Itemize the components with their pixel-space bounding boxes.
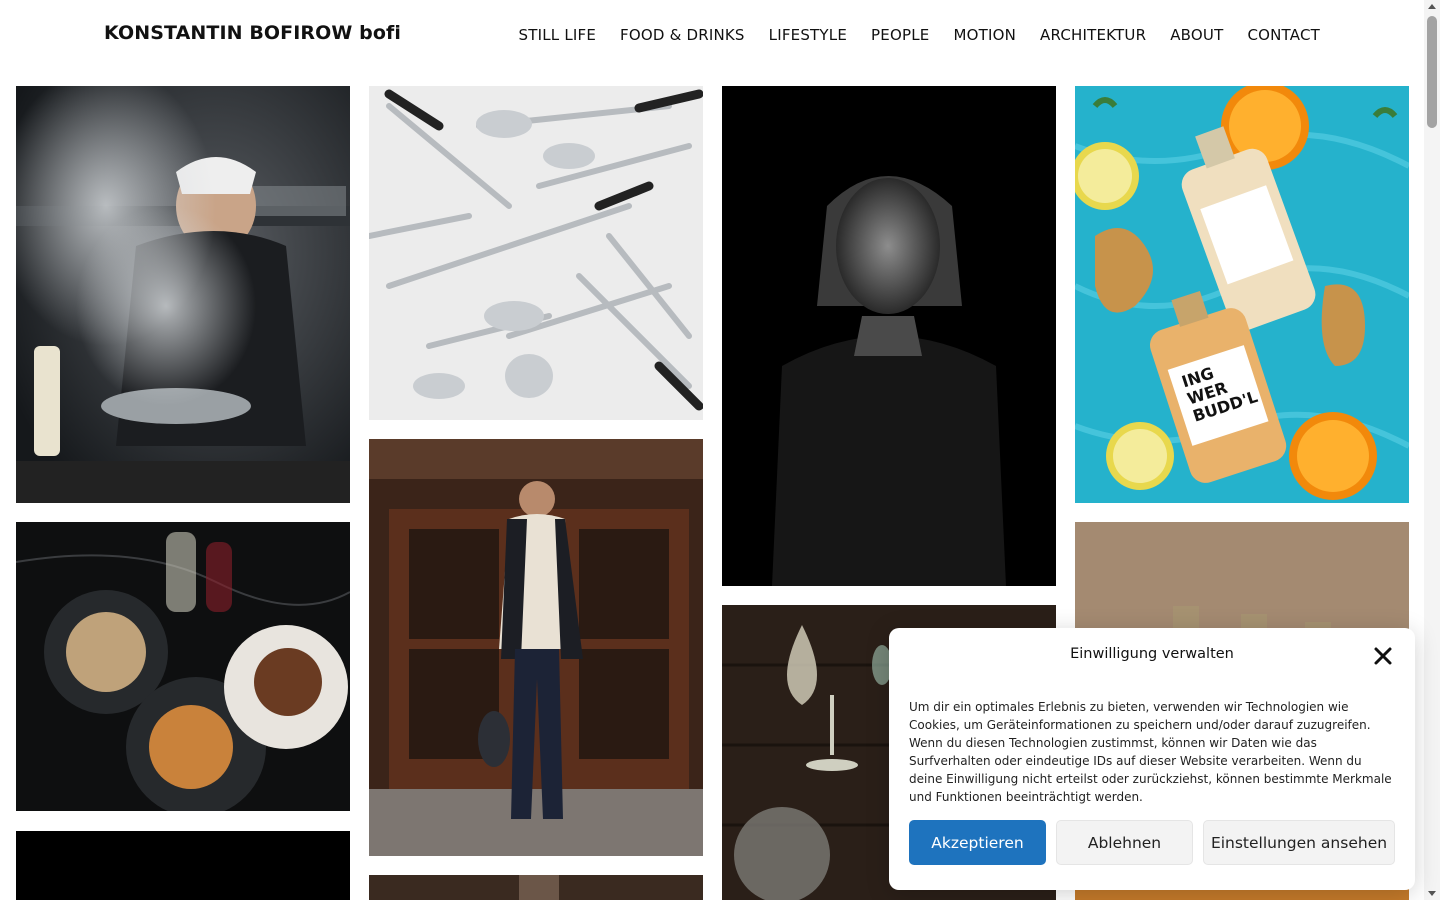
nav-people[interactable]: PEOPLE xyxy=(871,26,929,44)
nav-architektur[interactable]: ARCHITEKTUR xyxy=(1040,26,1146,44)
cookie-consent-dialog: Einwilligung verwalten Um dir ein optima… xyxy=(889,628,1415,890)
scroll-up-icon[interactable] xyxy=(1428,4,1436,9)
photo-bottom-col2[interactable] xyxy=(369,875,703,900)
photo-man-portrait[interactable] xyxy=(369,439,703,856)
site-header: KONSTANTIN BOFIROW bofi STILL LIFE FOOD … xyxy=(0,0,1424,70)
consent-description: Um dir ein optimales Erlebnis zu bieten,… xyxy=(909,700,1392,804)
nav-food-drinks[interactable]: FOOD & DRINKS xyxy=(620,26,745,44)
page-scrollbar[interactable] xyxy=(1424,0,1440,900)
deny-button[interactable]: Ablehnen xyxy=(1056,820,1193,865)
nav-still-life[interactable]: STILL LIFE xyxy=(519,26,596,44)
consent-actions: Akzeptieren Ablehnen Einstellungen anseh… xyxy=(909,820,1395,865)
nav-contact[interactable]: CONTACT xyxy=(1247,26,1320,44)
photo-woman-portrait[interactable] xyxy=(722,86,1056,586)
consent-title: Einwilligung verwalten xyxy=(1070,646,1234,662)
accept-button[interactable]: Akzeptieren xyxy=(909,820,1046,865)
photo-chef-cooking[interactable] xyxy=(16,86,350,503)
nav-about[interactable]: ABOUT xyxy=(1170,26,1223,44)
photo-cutlery[interactable] xyxy=(369,86,703,420)
photo-dark-bottom[interactable] xyxy=(16,831,350,900)
nav-lifestyle[interactable]: LIFESTYLE xyxy=(769,26,847,44)
scroll-down-icon[interactable] xyxy=(1428,891,1436,896)
photo-food-plates[interactable] xyxy=(16,522,350,811)
nav-motion[interactable]: MOTION xyxy=(953,26,1016,44)
photo-ginger-bottles[interactable]: ING WER BUDD'L xyxy=(1075,86,1409,503)
scroll-thumb[interactable] xyxy=(1427,16,1437,128)
site-logo[interactable]: KONSTANTIN BOFIROW bofi xyxy=(104,22,401,44)
view-settings-button[interactable]: Einstellungen ansehen xyxy=(1203,820,1395,865)
close-icon[interactable] xyxy=(1371,644,1395,668)
main-nav: STILL LIFE FOOD & DRINKS LIFESTYLE PEOPL… xyxy=(519,26,1320,44)
